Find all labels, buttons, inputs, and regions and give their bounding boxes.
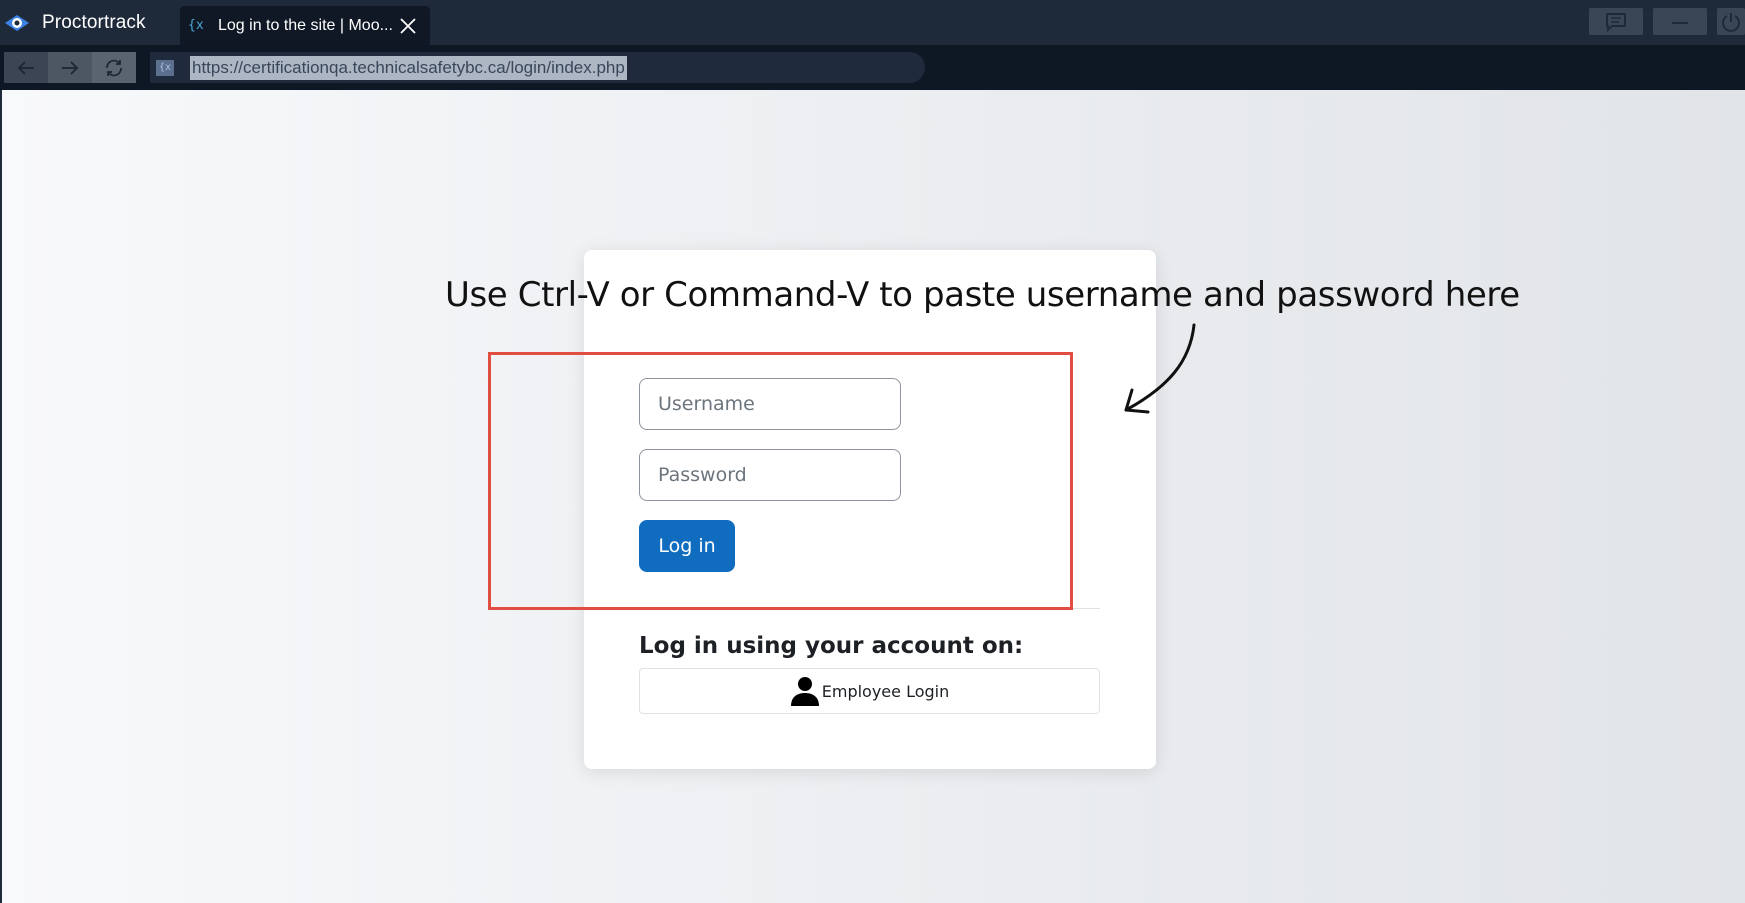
eye-logo-icon: [5, 14, 29, 31]
chat-icon: [1606, 12, 1626, 32]
brand: Proctortrack: [0, 0, 146, 45]
forward-button[interactable]: [48, 52, 92, 83]
minimize-button[interactable]: [1653, 8, 1707, 35]
reload-button[interactable]: [92, 52, 136, 83]
arrow-left-icon: [17, 60, 34, 75]
employee-login-button[interactable]: Employee Login: [639, 668, 1100, 714]
highlight-box: [488, 352, 1073, 610]
url-field[interactable]: {x https://certificationqa.technicalsafe…: [150, 52, 925, 83]
window-controls: [1589, 8, 1745, 35]
site-favicon-icon: {x: [156, 59, 174, 76]
arrow-right-icon: [62, 60, 79, 75]
user-icon: [790, 677, 819, 706]
tab-title: Log in to the site | Moo...: [218, 16, 393, 34]
close-icon[interactable]: [398, 16, 418, 36]
moodle-favicon-icon: {x: [188, 18, 204, 33]
arrow-icon: [1124, 323, 1196, 414]
employee-login-label: Employee Login: [821, 681, 950, 701]
app-bar: Proctortrack {x Log in to the site | Moo…: [0, 0, 1745, 45]
nav-buttons: [4, 52, 136, 83]
back-button[interactable]: [4, 52, 48, 83]
paste-instruction: Use Ctrl-V or Command-V to paste usernam…: [445, 275, 1520, 315]
power-button[interactable]: [1717, 8, 1745, 35]
power-icon: [1722, 12, 1740, 32]
minimize-icon: [1672, 21, 1688, 24]
browser-tab[interactable]: {x Log in to the site | Moo...: [180, 6, 430, 45]
url-text: https://certificationqa.technicalsafetyb…: [190, 55, 627, 80]
address-bar: {x https://certificationqa.technicalsafe…: [0, 45, 1745, 90]
app-name: Proctortrack: [42, 11, 146, 33]
alt-login-heading: Log in using your account on:: [639, 633, 1024, 659]
chat-button[interactable]: [1589, 8, 1643, 35]
reload-icon: [106, 59, 122, 76]
